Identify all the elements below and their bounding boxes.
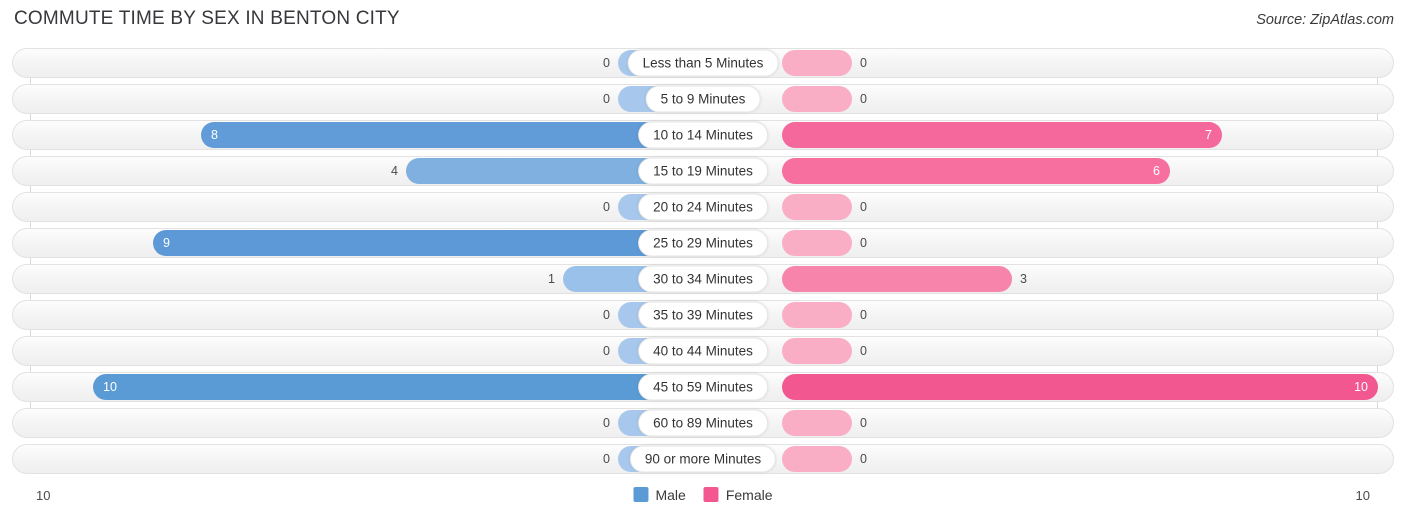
bar-value-male: 0 — [603, 199, 610, 214]
chart-row: 0 0 90 or more Minutes — [12, 444, 1394, 474]
axis-end-right: 10 — [1355, 488, 1370, 503]
category-label: 35 to 39 Minutes — [638, 301, 768, 329]
legend-label-female: Female — [725, 486, 773, 503]
chart-row: 1 3 30 to 34 Minutes — [12, 264, 1394, 294]
category-label: 90 or more Minutes — [629, 445, 777, 473]
bar-value-female: 0 — [860, 235, 867, 250]
bar-value-male: 8 — [211, 127, 218, 142]
bar-value-male: 4 — [391, 163, 398, 178]
chart-legend: Male Female — [633, 486, 773, 503]
bar-value-female: 0 — [860, 199, 867, 214]
chart-row: 9 0 25 to 29 Minutes — [12, 228, 1394, 258]
category-label: 15 to 19 Minutes — [638, 157, 768, 185]
bar-female[interactable]: 0 — [782, 338, 867, 364]
source-attribution: Source: ZipAtlas.com — [1256, 12, 1394, 28]
bar-value-male: 0 — [603, 415, 610, 430]
bar-value-male: 0 — [603, 55, 610, 70]
bar-value-female: 0 — [860, 307, 867, 322]
bar-female[interactable]: 0 — [782, 86, 867, 112]
bar-female[interactable]: 0 — [782, 410, 867, 436]
bar-value-male: 0 — [603, 343, 610, 358]
chart-row: 10 10 45 to 59 Minutes — [12, 372, 1394, 402]
bar-female[interactable]: 10 — [782, 374, 1378, 400]
chart-row: 4 6 15 to 19 Minutes — [12, 156, 1394, 186]
chart-plot-area: 0 0 Less than 5 Minutes 0 0 5 to 9 Minutes 8 7 1… — [0, 48, 1406, 484]
bar-male[interactable]: 9 — [153, 230, 688, 256]
chart-row: 0 0 40 to 44 Minutes — [12, 336, 1394, 366]
bar-value-male: 9 — [163, 235, 170, 250]
axis-end-left: 10 — [36, 488, 51, 503]
chart-row: 8 7 10 to 14 Minutes — [12, 120, 1394, 150]
category-label: 20 to 24 Minutes — [638, 193, 768, 221]
bar-male[interactable]: 8 — [201, 122, 688, 148]
page-title: COMMUTE TIME BY SEX IN BENTON CITY — [14, 8, 400, 29]
chart-row: 0 0 60 to 89 Minutes — [12, 408, 1394, 438]
bar-female[interactable]: 6 — [782, 158, 1170, 184]
bar-value-female: 0 — [860, 451, 867, 466]
chart-row: 0 0 Less than 5 Minutes — [12, 48, 1394, 78]
category-label: 25 to 29 Minutes — [638, 229, 768, 257]
bar-value-female: 0 — [860, 55, 867, 70]
legend-swatch-female-icon — [703, 487, 719, 502]
bar-value-male: 0 — [603, 451, 610, 466]
legend-label-male: Male — [655, 486, 686, 503]
bar-female[interactable]: 3 — [782, 266, 1027, 292]
bar-value-male: 0 — [603, 307, 610, 322]
category-label: 45 to 59 Minutes — [638, 373, 768, 401]
bar-value-female: 7 — [1205, 127, 1212, 142]
chart-footer: 10 10 Male Female — [0, 484, 1406, 514]
bar-female[interactable]: 0 — [782, 302, 867, 328]
bar-value-female: 0 — [860, 91, 867, 106]
bar-female[interactable]: 0 — [782, 446, 867, 472]
bar-male[interactable]: 10 — [93, 374, 688, 400]
bar-value-male: 10 — [103, 379, 117, 394]
category-label: 60 to 89 Minutes — [638, 409, 768, 437]
category-label: 10 to 14 Minutes — [638, 121, 768, 149]
bar-value-female: 10 — [1354, 379, 1368, 394]
bar-female[interactable]: 0 — [782, 194, 867, 220]
bar-female[interactable]: 0 — [782, 50, 867, 76]
legend-item-female[interactable]: Female — [703, 486, 773, 503]
chart-row: 0 0 20 to 24 Minutes — [12, 192, 1394, 222]
bar-value-female: 0 — [860, 415, 867, 430]
legend-item-male[interactable]: Male — [633, 486, 686, 503]
bar-value-female: 6 — [1153, 163, 1160, 178]
category-label: 30 to 34 Minutes — [638, 265, 768, 293]
chart-row: 0 0 35 to 39 Minutes — [12, 300, 1394, 330]
category-label: 5 to 9 Minutes — [645, 85, 761, 113]
bar-value-male: 0 — [603, 91, 610, 106]
bar-value-male: 1 — [548, 271, 555, 286]
bar-female[interactable]: 7 — [782, 122, 1222, 148]
bar-value-female: 0 — [860, 343, 867, 358]
bar-value-female: 3 — [1020, 271, 1027, 286]
legend-swatch-male-icon — [633, 487, 649, 502]
bar-female[interactable]: 0 — [782, 230, 867, 256]
category-label: 40 to 44 Minutes — [638, 337, 768, 365]
category-label: Less than 5 Minutes — [627, 49, 779, 77]
chart-row: 0 0 5 to 9 Minutes — [12, 84, 1394, 114]
